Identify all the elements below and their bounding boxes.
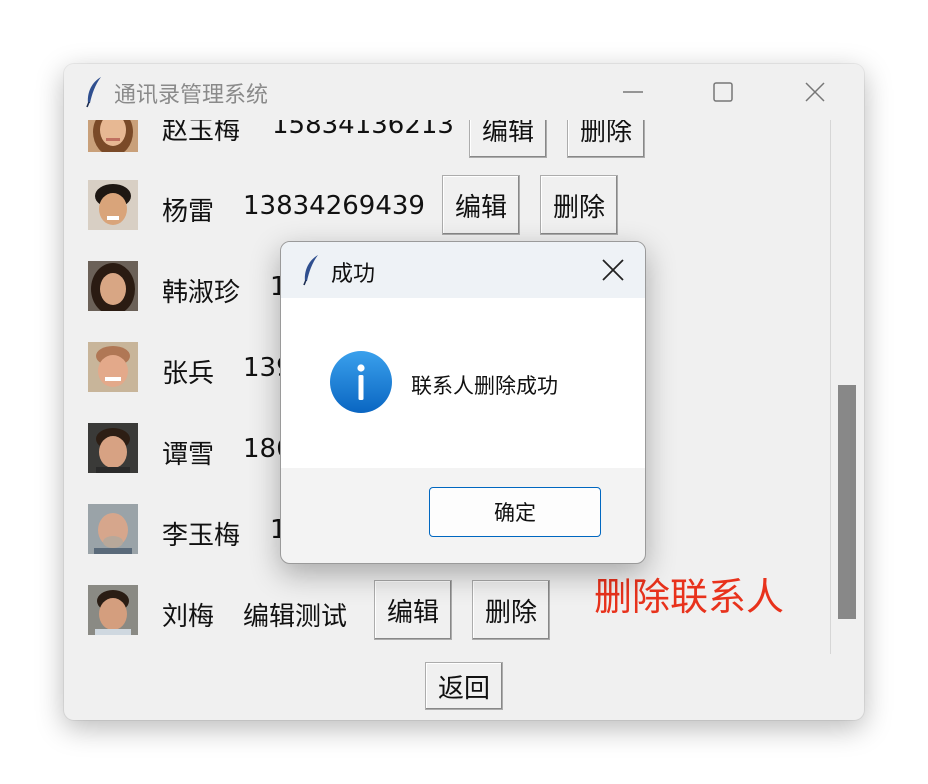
list-divider <box>830 120 831 654</box>
delete-button[interactable]: 删除 <box>540 175 618 235</box>
feather-icon <box>86 77 101 108</box>
edit-button[interactable]: 编辑 <box>442 175 520 235</box>
contact-phone: 编辑测试 <box>243 602 348 632</box>
avatar <box>88 180 138 230</box>
avatar <box>88 504 138 554</box>
ok-button[interactable]: 确定 <box>429 487 601 537</box>
contact-phone: 13834269439 <box>243 191 425 221</box>
contact-name: 韩淑珍 <box>162 278 241 308</box>
close-button[interactable] <box>770 64 860 120</box>
edit-button[interactable]: 编辑 <box>374 580 452 640</box>
window-title: 通讯录管理系统 <box>114 83 269 108</box>
close-icon[interactable] <box>601 258 625 282</box>
delete-button[interactable]: 删除 <box>472 580 550 640</box>
maximize-icon <box>713 82 733 102</box>
success-dialog: 成功 联系人删除成功 确定 <box>280 241 646 564</box>
contact-name: 李玉梅 <box>162 521 241 551</box>
contact-name: 杨雷 <box>162 197 215 227</box>
back-button[interactable]: 返回 <box>425 662 503 710</box>
dialog-title-bar: 成功 <box>281 242 645 298</box>
avatar <box>88 585 138 635</box>
avatar <box>88 423 138 473</box>
contact-name: 张兵 <box>162 359 215 389</box>
minimize-button[interactable] <box>588 64 678 120</box>
avatar <box>88 261 138 311</box>
contact-name: 谭雪 <box>162 440 215 470</box>
maximize-button[interactable] <box>678 64 768 120</box>
scrollbar-thumb[interactable] <box>838 385 856 619</box>
dialog-message: 联系人删除成功 <box>411 374 558 398</box>
dialog-body: 联系人删除成功 <box>281 298 645 468</box>
dialog-title: 成功 <box>331 262 376 287</box>
contact-row: 杨雷 13834269439 编辑 删除 <box>64 175 830 237</box>
info-icon <box>330 351 392 413</box>
minimize-icon <box>623 91 643 93</box>
title-bar: 通讯录管理系统 <box>64 64 864 120</box>
contact-name: 刘梅 <box>162 602 215 632</box>
avatar <box>88 342 138 392</box>
close-icon <box>805 82 825 102</box>
feather-icon <box>303 255 318 286</box>
annotation-label: 删除联系人 <box>594 575 785 619</box>
